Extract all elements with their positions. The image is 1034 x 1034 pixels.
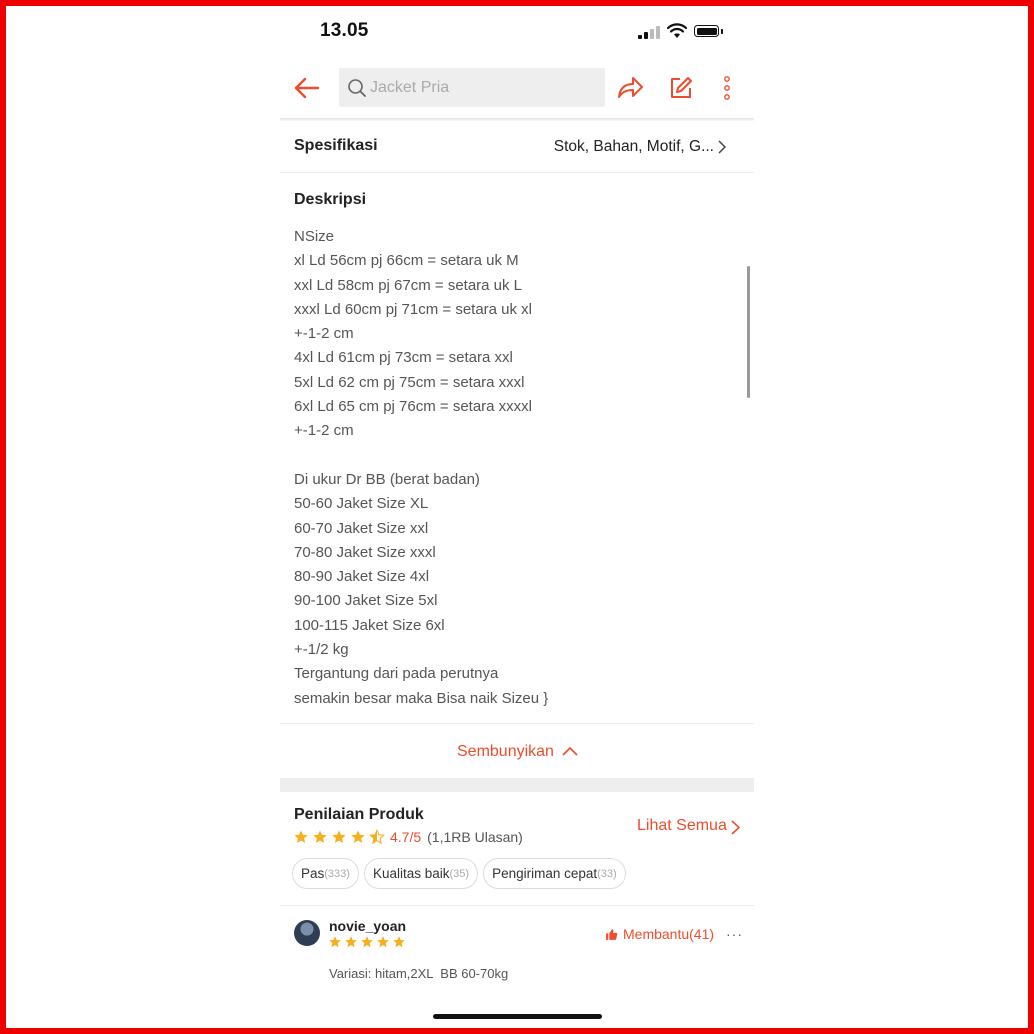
share-icon <box>618 77 643 98</box>
star-icon <box>393 936 405 948</box>
review-variation: Variasi: hitam,2XL BB 60-70kg <box>329 966 509 981</box>
arrow-left-icon <box>294 77 320 99</box>
filter-chip[interactable]: Kualitas baik (35) <box>363 858 479 889</box>
scrollbar[interactable] <box>747 266 750 398</box>
star-icon <box>332 830 346 843</box>
description-line: 5xl Ld 62 cm pj 75cm = setara xxxl <box>294 373 525 391</box>
rating-value: 4.7/5 <box>390 829 422 845</box>
description-line: xxl Ld 58cm pj 67cm = setara uk L <box>294 276 523 294</box>
description-line: 80-90 Jaket Size 4xl <box>294 568 430 586</box>
share-button[interactable] <box>616 74 644 105</box>
see-all-reviews-link[interactable]: Lihat Semua <box>637 817 727 835</box>
star-icon <box>351 830 365 843</box>
description-line: +-1/2 kg <box>294 641 349 659</box>
description-line: Di ukur Dr BB (berat badan) <box>294 470 480 488</box>
specification-label: Spesifikasi <box>294 137 378 154</box>
thumbs-up-icon <box>606 928 618 940</box>
edit-icon <box>671 77 692 98</box>
description-line: 6xl Ld 65 cm pj 76cm = setara xxxxl <box>294 398 533 416</box>
description-line: 70-80 Jaket Size xxxl <box>294 543 436 561</box>
description-line: Tergantung dari pada perutnya <box>294 665 499 683</box>
filter-chip[interactable]: Pas (333) <box>292 858 359 889</box>
star-icon <box>361 936 373 948</box>
star-half-icon <box>369 829 385 845</box>
description-line: 50-60 Jaket Size XL <box>294 495 429 513</box>
chip-label: Kualitas baik <box>372 866 450 881</box>
description-line: 100-115 Jaket Size 6xl <box>294 616 445 634</box>
home-indicator[interactable] <box>433 1014 602 1019</box>
description-line: +-1-2 cm <box>294 422 354 440</box>
chevron-right-icon <box>718 140 726 154</box>
product-rating-stars: 4.7/5 (1,1RB Ulasan) <box>293 829 523 845</box>
description-line: +-1-2 cm <box>294 325 354 343</box>
description-line: xl Ld 56cm pj 66cm = setara uk M <box>294 252 519 270</box>
wifi-icon <box>667 23 687 38</box>
description-line: xxxl Ld 60cm pj 71cm = setara uk xl <box>294 300 533 318</box>
star-icon <box>345 936 357 948</box>
description-line: 60-70 Jaket Size xxl <box>294 519 429 537</box>
description-text: NSize xl Ld 56cm pj 66cm = setara uk M x… <box>294 225 548 711</box>
search-bar[interactable] <box>339 68 605 107</box>
status-time: 13.05 <box>320 20 369 41</box>
star-icon <box>377 936 389 948</box>
back-button[interactable] <box>292 72 322 104</box>
review-more-button[interactable]: ··· <box>726 926 743 942</box>
divider <box>280 905 754 906</box>
reviews-title: Penilaian Produk <box>294 806 424 823</box>
description-line: 90-100 Jaket Size 5xl <box>294 592 438 610</box>
description-line: NSize <box>294 228 335 245</box>
hide-description-button[interactable]: Sembunyikan <box>280 723 754 779</box>
description-line: 4xl Ld 61cm pj 73cm = setara xxl <box>294 349 513 367</box>
helpful-button[interactable]: Membantu(41) <box>605 926 714 942</box>
review-rating-stars <box>328 935 408 949</box>
rating-count: (1,1RB Ulasan) <box>427 829 523 845</box>
description-title: Deskripsi <box>294 191 367 208</box>
section-separator <box>280 778 754 792</box>
reviewer-name: novie_yoan <box>329 918 407 934</box>
specification-row[interactable]: Spesifikasi Stok, Bahan, Motif, G... <box>280 121 754 173</box>
phone-screen: 13.05 Jacket Pria Spesifikasi Stok, Baha… <box>280 0 754 1034</box>
more-options-button[interactable] <box>720 76 734 105</box>
hide-description-label: Sembunyikan <box>457 743 554 760</box>
description-line <box>294 444 548 468</box>
search-input[interactable] <box>370 68 600 107</box>
chevron-right-icon[interactable] <box>731 820 740 835</box>
chip-count: (35) <box>449 867 470 880</box>
more-vertical-icon <box>724 76 730 100</box>
star-icon <box>329 936 341 948</box>
signal-icon <box>638 26 660 39</box>
chevron-up-icon <box>562 746 578 756</box>
star-icon <box>313 830 327 843</box>
filter-chip[interactable]: Pengiriman cepat (33) <box>483 858 626 889</box>
battery-tip <box>721 29 723 34</box>
avatar[interactable] <box>294 920 320 946</box>
review-filter-chips: Pas (333) Kualitas baik (35) Pengiriman ce… <box>292 858 631 889</box>
description-line: semakin besar maka Bisa naik Sizeu } <box>294 689 549 707</box>
chip-count: (33) <box>597 867 617 880</box>
search-icon <box>348 79 366 97</box>
star-icon <box>294 830 308 843</box>
chip-count: (333) <box>324 867 350 880</box>
helpful-label: Membantu(41) <box>623 926 715 942</box>
edit-button[interactable] <box>669 76 693 105</box>
chip-label: Pengiriman cepat <box>492 866 598 881</box>
specification-value: Stok, Bahan, Motif, G... <box>553 138 714 155</box>
chip-label: Pas <box>301 866 325 881</box>
battery-icon <box>694 25 719 37</box>
